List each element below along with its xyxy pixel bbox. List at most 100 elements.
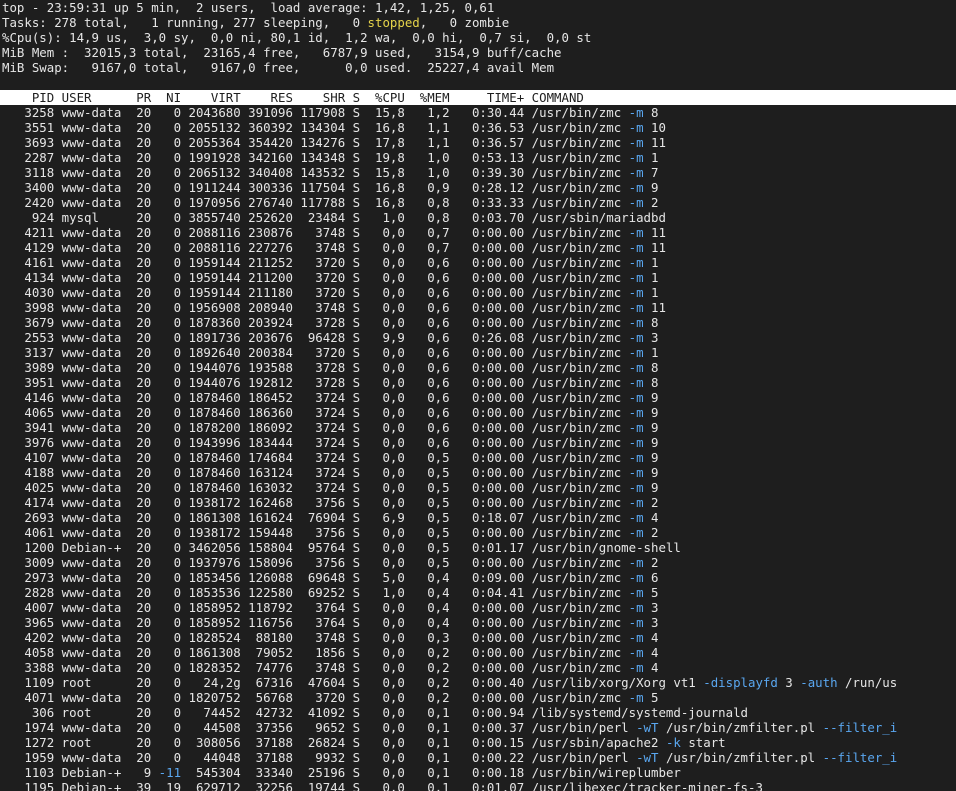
process-row: 3693 www-data 20 0 2055364 354420 134276… — [0, 135, 956, 150]
command-flag: -m — [628, 435, 644, 450]
process-command: /usr/bin/zmc — [531, 195, 629, 210]
command-flag: -m — [628, 405, 644, 420]
command-arg: 4 — [643, 630, 659, 645]
command-flag: -m — [628, 195, 644, 210]
process-fields: 1195 Debian-+ 39 19 629712 32256 19744 S… — [2, 780, 532, 791]
command-arg: 9 — [643, 450, 659, 465]
command-flag: -m — [628, 555, 644, 570]
command-arg: 1 — [643, 345, 659, 360]
command-flag: -m — [628, 255, 644, 270]
process-row: 1195 Debian-+ 39 19 629712 32256 19744 S… — [0, 780, 956, 791]
command-flag: -m — [628, 525, 644, 540]
command-arg: 9 — [643, 420, 659, 435]
process-command: /lib/systemd/systemd-journald — [531, 705, 748, 720]
process-command: /usr/bin/zmc — [531, 690, 629, 705]
swap-line: MiB Swap: 9167,0 total, 9167,0 free, 0,0… — [2, 60, 555, 75]
command-flag: -m — [628, 240, 644, 255]
command-arg: 9 — [643, 405, 659, 420]
process-command: /usr/bin/zmc — [531, 420, 629, 435]
process-row: 4025 www-data 20 0 1878460 163032 3724 S… — [0, 480, 956, 495]
process-row: 1959 www-data 20 0 44048 37188 9932 S 0,… — [0, 750, 956, 765]
process-row: 3551 www-data 20 0 2055132 360392 134304… — [0, 120, 956, 135]
process-command: /usr/bin/zmc — [531, 630, 629, 645]
process-fields: 3976 www-data 20 0 1943996 183444 3724 S… — [2, 435, 532, 450]
process-row: 2553 www-data 20 0 1891736 203676 96428 … — [0, 330, 956, 345]
command-flag: --filter_i — [822, 750, 898, 765]
process-fields-rest: 545304 33340 25196 S 0,0 0,1 0:00.18 — [181, 765, 532, 780]
process-row: 2287 www-data 20 0 1991928 342160 134348… — [0, 150, 956, 165]
process-command: /usr/bin/zmc — [531, 645, 629, 660]
process-row: 1974 www-data 20 0 44508 37356 9652 S 0,… — [0, 720, 956, 735]
process-row: 3976 www-data 20 0 1943996 183444 3724 S… — [0, 435, 956, 450]
process-fields: 306 root 20 0 74452 42732 41092 S 0,0 0,… — [2, 705, 532, 720]
command-flag: -m — [628, 450, 644, 465]
process-fields: 3551 www-data 20 0 2055132 360392 134304… — [2, 120, 532, 135]
command-flag: -m — [628, 600, 644, 615]
process-command: /usr/bin/zmc — [531, 375, 629, 390]
command-flag: -m — [628, 495, 644, 510]
process-fields: 3258 www-data 20 0 2043680 391096 117908… — [2, 105, 532, 120]
command-arg: /run/us — [837, 675, 898, 690]
process-fields: 1974 www-data 20 0 44508 37356 9652 S 0,… — [2, 720, 532, 735]
process-row: 3009 www-data 20 0 1937976 158096 3756 S… — [0, 555, 956, 570]
process-fields: 4174 www-data 20 0 1938172 162468 3756 S… — [2, 495, 532, 510]
command-flag: -m — [628, 315, 644, 330]
command-arg: 2 — [643, 195, 659, 210]
process-command: /usr/bin/zmc — [531, 435, 629, 450]
command-flag: -m — [628, 690, 644, 705]
command-arg: 11 — [643, 135, 666, 150]
process-command: /usr/bin/zmc — [531, 315, 629, 330]
process-row: 1103 Debian-+ 9 -11 545304 33340 25196 S… — [0, 765, 956, 780]
process-row: 306 root 20 0 74452 42732 41092 S 0,0 0,… — [0, 705, 956, 720]
command-arg: 4 — [643, 645, 659, 660]
command-arg: 9 — [643, 180, 659, 195]
process-command: /usr/bin/zmc — [531, 150, 629, 165]
command-flag: -m — [628, 465, 644, 480]
process-row: 4107 www-data 20 0 1878460 174684 3724 S… — [0, 450, 956, 465]
command-flag: -m — [628, 360, 644, 375]
process-command: /usr/bin/zmc — [531, 570, 629, 585]
process-command: /usr/bin/zmc — [531, 105, 629, 120]
process-row: 4071 www-data 20 0 1820752 56768 3720 S … — [0, 690, 956, 705]
process-fields: 4025 www-data 20 0 1878460 163032 3724 S… — [2, 480, 532, 495]
process-fields: 4030 www-data 20 0 1959144 211180 3720 S… — [2, 285, 532, 300]
terminal-window[interactable]: top - 23:59:31 up 5 min, 2 users, load a… — [0, 0, 956, 791]
process-row: 2828 www-data 20 0 1853536 122580 69252 … — [0, 585, 956, 600]
command-flag: -m — [628, 285, 644, 300]
command-arg: 4 — [643, 660, 659, 675]
process-command: /usr/bin/gnome-shell — [531, 540, 681, 555]
process-row: 1272 root 20 0 308056 37188 26824 S 0,0 … — [0, 735, 956, 750]
command-arg: 5 — [643, 585, 659, 600]
process-row: 4211 www-data 20 0 2088116 230876 3748 S… — [0, 225, 956, 240]
command-flag: -m — [628, 180, 644, 195]
command-flag: -m — [628, 150, 644, 165]
process-row: 4146 www-data 20 0 1878460 186452 3724 S… — [0, 390, 956, 405]
process-command: /usr/sbin/apache2 — [531, 735, 666, 750]
command-arg: 1 — [643, 285, 659, 300]
process-fields: 4161 www-data 20 0 1959144 211252 3720 S… — [2, 255, 532, 270]
command-flag: -m — [628, 165, 644, 180]
command-flag: -m — [628, 480, 644, 495]
process-row: 2693 www-data 20 0 1861308 161624 76904 … — [0, 510, 956, 525]
process-fields: 924 mysql 20 0 3855740 252620 23484 S 1,… — [2, 210, 532, 225]
process-row: 4174 www-data 20 0 1938172 162468 3756 S… — [0, 495, 956, 510]
process-row: 2420 www-data 20 0 1970956 276740 117788… — [0, 195, 956, 210]
process-nice-negative: -11 — [158, 765, 182, 780]
process-fields: 4134 www-data 20 0 1959144 211200 3720 S… — [2, 270, 532, 285]
command-flag: -m — [628, 135, 644, 150]
command-flag: -m — [628, 630, 644, 645]
process-fields: 4146 www-data 20 0 1878460 186452 3724 S… — [2, 390, 532, 405]
command-arg: 9 — [643, 465, 659, 480]
command-flag: -m — [628, 585, 644, 600]
command-flag: -m — [628, 615, 644, 630]
process-command: /usr/libexec/tracker-miner-fs-3 — [531, 780, 763, 791]
command-arg: 9 — [643, 435, 659, 450]
process-command: /usr/bin/zmc — [531, 585, 629, 600]
process-fields: 4007 www-data 20 0 1858952 118792 3764 S… — [2, 600, 532, 615]
process-command: /usr/bin/perl — [531, 750, 637, 765]
process-command: /usr/bin/zmc — [531, 345, 629, 360]
command-flag: -m — [628, 570, 644, 585]
command-arg: 6 — [643, 570, 659, 585]
process-command: /usr/lib/xorg/Xorg vt1 — [531, 675, 704, 690]
process-fields: 4188 www-data 20 0 1878460 163124 3724 S… — [2, 465, 532, 480]
